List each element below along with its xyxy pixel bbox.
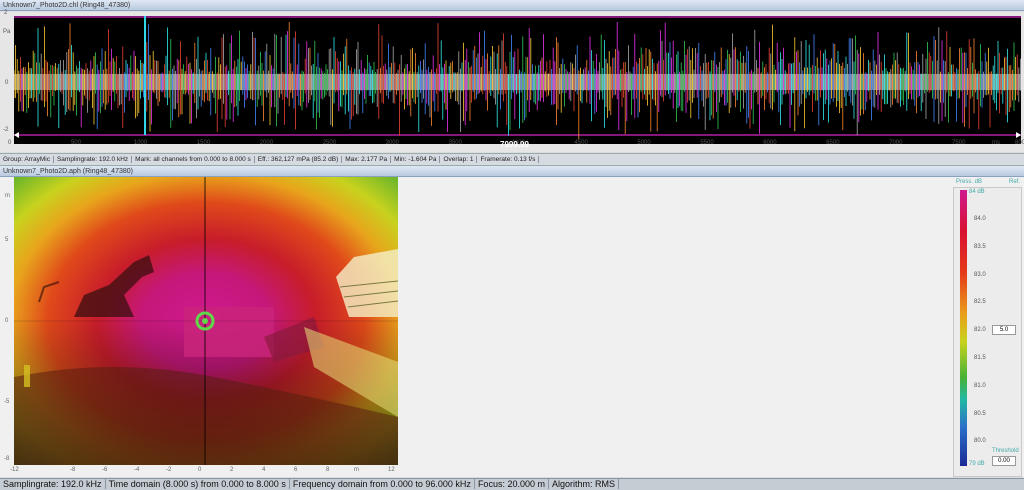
- main-status-bar: Samplingrate: 192.0 kHz Time domain (8.00…: [0, 478, 1024, 490]
- x-unit: ms: [992, 140, 1000, 146]
- x-tick: 1000: [133, 140, 148, 146]
- acoustic-y-tick-5: 5: [5, 237, 9, 243]
- acoustic-x-tick: 6: [294, 467, 298, 473]
- scale-label: 83.0: [974, 271, 986, 278]
- x-tick: 1500: [196, 140, 211, 146]
- acoustic-image-panel[interactable]: 5 m 0 -5 -8 -12 -8 -6 -4 -2 0 2 4 6 8 m …: [0, 177, 1024, 477]
- acoustic-x-tick: 12: [388, 467, 395, 473]
- status-time-domain: Time domain (8.000 s) from 0.000 to 8.00…: [105, 479, 290, 489]
- scale-label: 80.5: [974, 410, 986, 417]
- status-mark: Mark: all channels from 0.000 to 8.000 s: [132, 156, 255, 163]
- y-tick-2: 2: [4, 10, 8, 16]
- color-scale-panel: Press. dB Ref. 84 dB 84.0 83.5 83.0 82.5 82.…: [953, 179, 1022, 477]
- acoustic-x-tick: 8: [326, 467, 330, 473]
- acoustic-photo[interactable]: [14, 177, 398, 465]
- cursor-value: 7999.99: [500, 140, 529, 149]
- waveform-panel[interactable]: 2 Pa 0 -2 0 500 1000 1500 2000 2500 3000 3500 40…: [0, 10, 1024, 152]
- threshold-input[interactable]: 0.00: [992, 456, 1016, 466]
- scale-label: 82.5: [974, 299, 986, 306]
- x-tick: 3500: [448, 140, 462, 146]
- x-tick: 5500: [700, 140, 714, 146]
- color-scale-bar: [960, 190, 967, 466]
- acoustic-y-tick-neg8: -8: [4, 456, 10, 462]
- acoustic-x-tick: 4: [262, 467, 266, 473]
- crusher-machine: [184, 307, 274, 357]
- status-bottom-samplingrate: Samplingrate: 192.0 kHz: [0, 479, 106, 489]
- status-max: Max: 2.177 Pa: [342, 156, 392, 163]
- y-unit: Pa: [3, 29, 11, 35]
- sound-source-marker-center: [202, 318, 208, 324]
- scale-label: 80.0: [974, 438, 986, 445]
- scale-ref: Ref.: [1009, 179, 1021, 185]
- acoustic-y-tick-0: 0: [5, 318, 9, 324]
- x-tick: 0: [8, 140, 12, 146]
- waveform-status-bar: Group: ArrayMic Samplingrate: 192.0 kHz Ma…: [0, 153, 1024, 166]
- acoustic-window-title: Unknown7_Photo2D.aph (Ring48_47380): [3, 168, 133, 175]
- scale-label: 84.0: [974, 216, 986, 222]
- x-tick: 8000: [1015, 140, 1024, 146]
- threshold-label: Threshold: [992, 448, 1019, 454]
- x-tick: 500: [70, 140, 81, 146]
- acoustic-y-unit: m: [5, 193, 10, 199]
- waveform-plot[interactable]: [14, 16, 1021, 144]
- range-input[interactable]: 5.0: [992, 325, 1016, 335]
- acoustic-y-tick-neg5: -5: [4, 399, 10, 405]
- y-tick-neg2: -2: [3, 127, 9, 133]
- status-framerate: Framerate: 0.13 f/s: [477, 156, 540, 163]
- acoustic-x-tick: -4: [134, 467, 140, 473]
- x-tick: 2500: [322, 140, 337, 146]
- status-algorithm: Algorithm: RMS: [548, 479, 619, 489]
- x-tick: 7000: [889, 140, 903, 146]
- wave-window-titlebar[interactable]: Unknown7_Photo2D.chl (Ring48_47380): [0, 0, 1024, 11]
- x-tick: 6000: [763, 140, 777, 146]
- worker-figure: [24, 365, 30, 387]
- acoustic-x-tick: -12: [10, 467, 19, 473]
- status-frequency-domain: Frequency domain from 0.000 to 96.000 kH…: [289, 479, 475, 489]
- scale-top-value: 84 dB: [969, 189, 985, 195]
- status-min: Min: -1.604 Pa: [391, 156, 441, 163]
- scale-label: 83.5: [974, 243, 986, 250]
- acoustic-x-tick: -8: [70, 467, 76, 473]
- x-tick: 3000: [385, 140, 399, 146]
- status-overlap: Overlap: 1: [440, 156, 478, 163]
- acoustic-x-tick: -2: [166, 467, 172, 473]
- scale-header: Press. dB: [956, 179, 983, 185]
- y-tick-0: 0: [5, 80, 9, 86]
- scale-label: 81.5: [974, 355, 986, 361]
- x-tick: 5000: [637, 140, 651, 146]
- acoustic-x-tick: -6: [102, 467, 108, 473]
- acoustic-window-titlebar[interactable]: Unknown7_Photo2D.aph (Ring48_47380): [0, 166, 1024, 177]
- scale-label: 82.0: [974, 327, 986, 334]
- wave-window-title: Unknown7_Photo2D.chl (Ring48_47380): [3, 2, 131, 9]
- x-tick: 2000: [259, 140, 274, 146]
- status-group: Group: ArrayMic: [0, 156, 54, 163]
- status-focus: Focus: 20.000 m: [474, 479, 549, 489]
- x-tick: 6500: [826, 140, 840, 146]
- acoustic-x-tick: m: [354, 467, 359, 473]
- x-tick: 4500: [574, 140, 588, 146]
- scale-label: 81.0: [974, 382, 986, 389]
- acoustic-x-tick: 0: [198, 467, 202, 473]
- status-eff: Eff.: 362,127 mPa (85.2 dB): [254, 156, 343, 163]
- cursor-readout: 7999.99: [500, 140, 529, 149]
- status-samplingrate: Samplingrate: 192.0 kHz: [53, 156, 133, 163]
- scale-bottom-value: 79 dB: [969, 461, 985, 467]
- acoustic-x-tick: 2: [230, 467, 234, 473]
- x-tick: 7500: [952, 140, 966, 146]
